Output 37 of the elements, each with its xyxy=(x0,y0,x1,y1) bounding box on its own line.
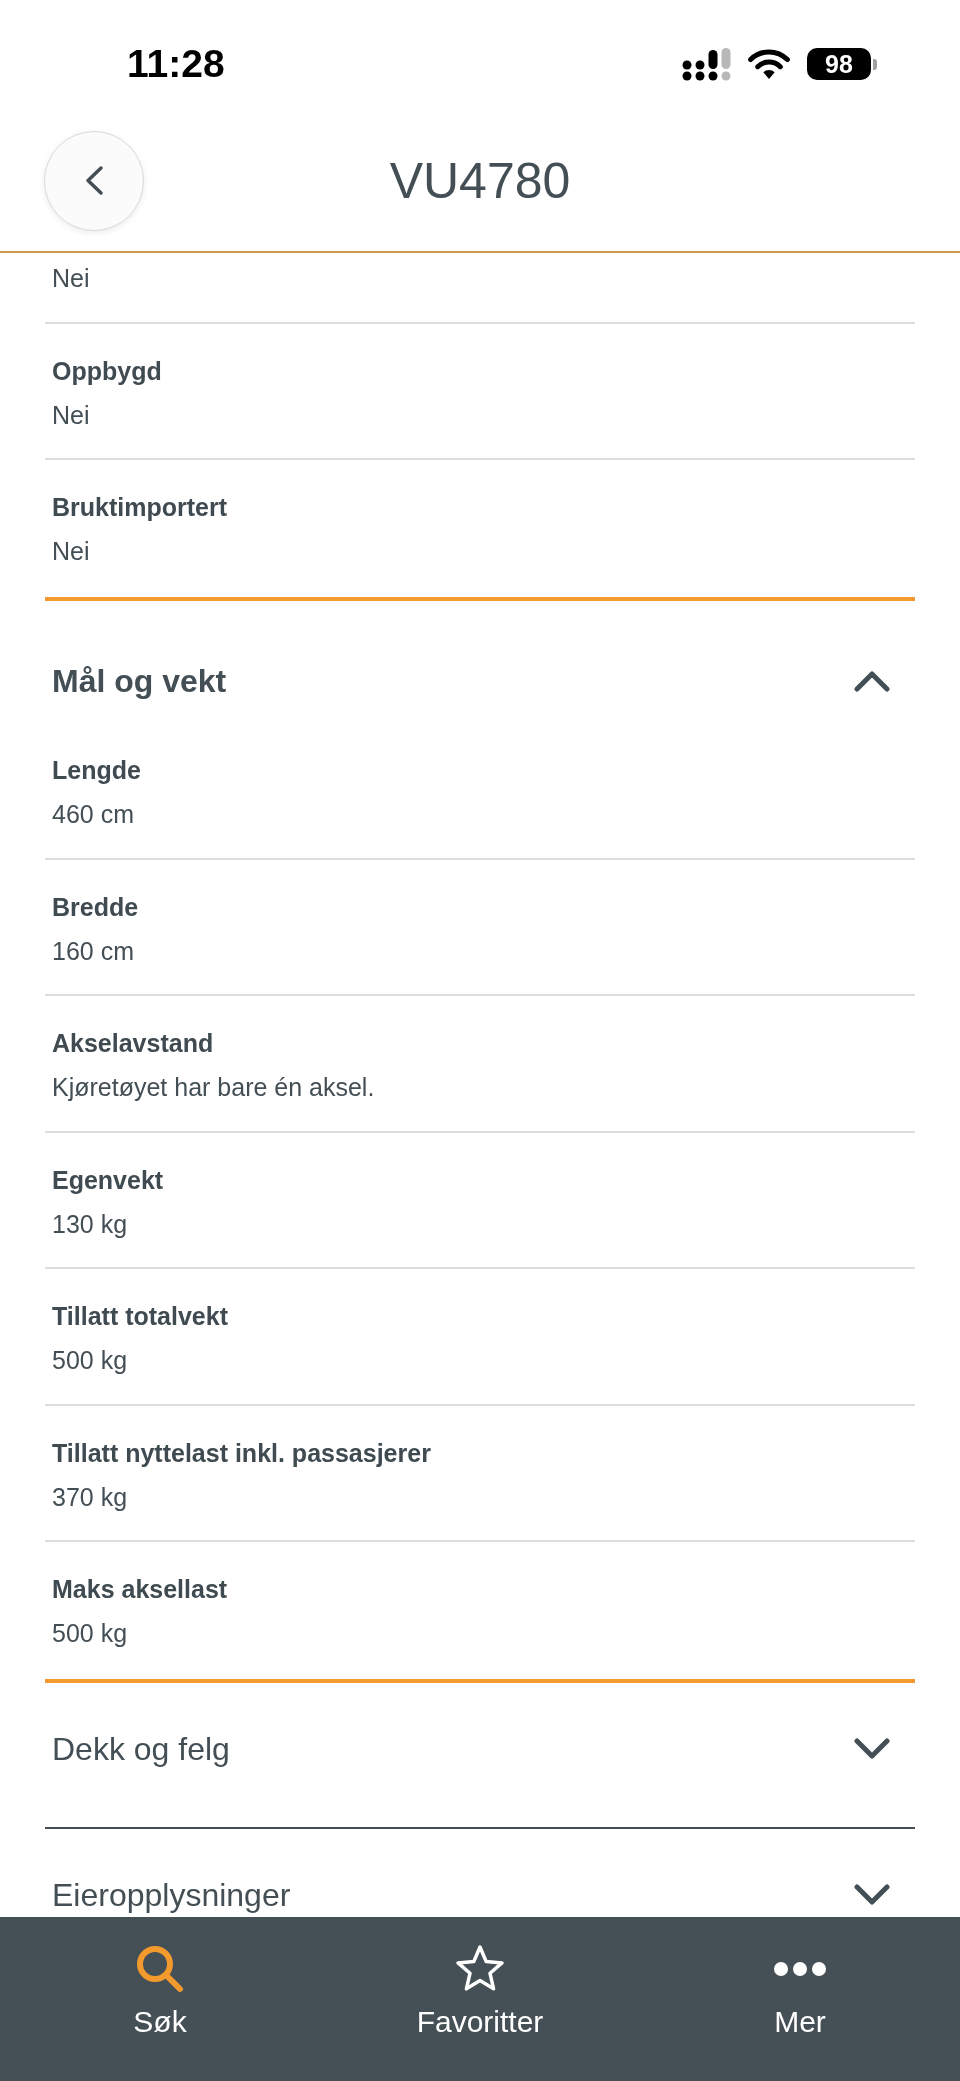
accordion-header[interactable]: Eieropplysninger xyxy=(45,1871,915,1917)
field-label: Maks aksellast xyxy=(52,1574,229,1604)
field-value: 370 kg xyxy=(52,1481,129,1512)
field-label: Egenvekt xyxy=(52,1164,165,1195)
field-label: Oppbygd xyxy=(52,355,163,386)
signal-icon xyxy=(682,47,731,81)
field-value: 160 cm xyxy=(52,935,135,966)
field-value: Nei xyxy=(52,536,91,566)
search-icon xyxy=(136,1945,184,1993)
accordion-header[interactable]: Dekk og felg xyxy=(45,1725,915,1773)
field-label: Bruktimportert xyxy=(52,492,228,522)
field-value: 130 kg xyxy=(52,1208,129,1239)
field-label: Lengde xyxy=(52,755,142,785)
wifi-icon xyxy=(747,48,791,80)
more-icon xyxy=(774,1962,826,1976)
field-value: 460 cm xyxy=(52,799,135,829)
chevron-down-icon xyxy=(854,1738,890,1760)
battery-indicator: 98 xyxy=(807,48,877,80)
field-value: 500 kg xyxy=(52,1618,129,1648)
field-value: Nei xyxy=(52,399,91,430)
page-title: VU4780 xyxy=(389,151,571,211)
field-label: Tillatt totalvekt xyxy=(52,1301,229,1331)
field-value: Kjøretøyet har bare én aksel. xyxy=(52,1072,376,1102)
field-label: Tillatt nyttelast inkl. passasjerer xyxy=(52,1437,432,1468)
star-icon xyxy=(455,1944,505,1994)
field-value: 500 kg xyxy=(52,1345,129,1375)
accordion-header[interactable]: Mål og vekt xyxy=(45,657,915,705)
chevron-down-icon xyxy=(854,1884,890,1906)
field-value: Nei xyxy=(52,263,91,293)
chevron-left-icon xyxy=(84,165,104,196)
field-label: Bredde xyxy=(52,891,140,922)
tab-button[interactable]: Søk xyxy=(133,1917,187,2040)
chevron-up-icon xyxy=(854,670,890,692)
tab-button[interactable]: Favoritter xyxy=(416,1917,544,2040)
tab-button[interactable]: Mer xyxy=(774,1917,826,2040)
field-label: Akselavstand xyxy=(52,1028,215,1058)
status-time: 11:28 xyxy=(127,42,225,86)
